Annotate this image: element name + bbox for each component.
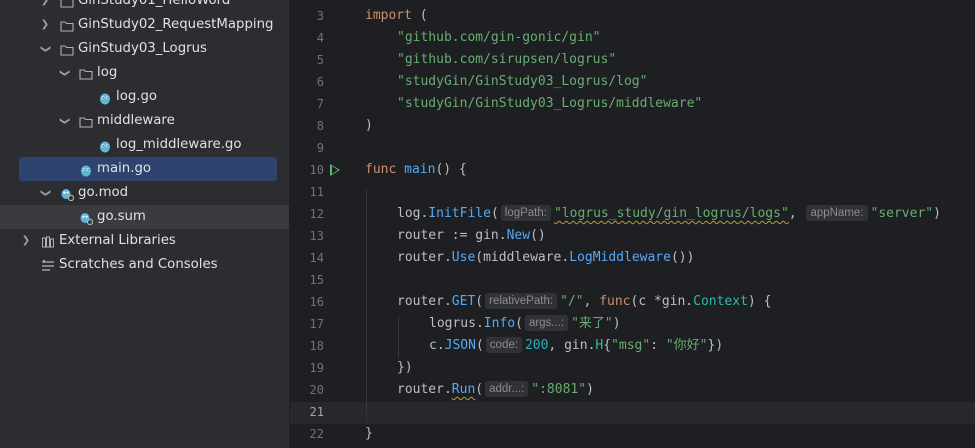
line-number: 16 <box>309 295 324 309</box>
line-number: 9 <box>316 141 324 155</box>
go-file-icon <box>98 90 112 105</box>
current-line-highlight <box>290 402 975 424</box>
code-line-22: } <box>365 426 373 441</box>
code-line-4: "github.com/gin-gonic/gin" <box>397 30 601 45</box>
line-number: 11 <box>309 185 324 199</box>
line-number: 5 <box>316 53 324 67</box>
line-number: 10 <box>309 163 324 177</box>
tree-item-log-go[interactable]: log.go <box>0 85 289 109</box>
scratches-icon <box>41 258 55 272</box>
code-line-5: "github.com/sirupsen/logrus" <box>397 52 617 67</box>
line-number: 3 <box>316 9 324 23</box>
folder-icon <box>60 18 74 32</box>
chevron-right-icon[interactable]: ❯ <box>20 229 32 253</box>
chevron-down-icon[interactable]: ❯ <box>33 43 57 55</box>
indent-guide <box>366 190 367 422</box>
chevron-right-icon[interactable]: ❯ <box>39 13 51 37</box>
folder-icon <box>79 114 93 128</box>
param-hint: args...: <box>524 315 569 331</box>
line-number: 12 <box>309 207 324 221</box>
go-file-icon <box>79 162 93 177</box>
code-line-19: }) <box>397 360 413 375</box>
chevron-right-icon[interactable]: ❯ <box>39 0 51 13</box>
line-number: 19 <box>309 361 324 375</box>
param-hint: code: <box>485 337 522 353</box>
run-icon[interactable] <box>330 164 340 176</box>
tree-item-external-libraries[interactable]: ❯ External Libraries <box>0 229 289 253</box>
folder-icon <box>60 42 74 56</box>
chevron-down-icon[interactable]: ❯ <box>52 67 76 79</box>
indent-guide <box>398 316 399 358</box>
folder-icon <box>60 0 74 8</box>
code-line-3: import ( <box>365 8 428 23</box>
line-number: 17 <box>309 317 324 331</box>
line-number: 8 <box>316 119 324 133</box>
library-icon <box>41 234 55 248</box>
code-line-16: router.GET(relativePath: "/", func(c *gin… <box>397 293 772 309</box>
line-number: 22 <box>309 427 324 441</box>
line-number: 20 <box>309 383 324 397</box>
param-hint: logPath: <box>500 205 551 221</box>
tree-item-ginstudy03[interactable]: ❯ GinStudy03_Logrus <box>0 37 289 61</box>
tree-item-log-folder[interactable]: ❯ log <box>0 61 289 85</box>
editor-gutter[interactable]: 3 4 5 6 7 8 9 10 11 12 13 14 15 16 17 18… <box>290 0 350 448</box>
line-number: 7 <box>316 97 324 111</box>
tree-item-ginstudy01[interactable]: ❯ GinStudy01_HelloWord <box>0 0 289 13</box>
tree-item-scratches[interactable]: Scratches and Consoles <box>0 253 289 277</box>
tree-item-main-go[interactable]: main.go <box>19 157 277 181</box>
code-line-18: c.JSON(code: 200, gin.H{"msg": "你好"}) <box>429 337 724 353</box>
code-line-10: func main() { <box>365 162 467 177</box>
code-line-8: ) <box>365 118 373 133</box>
code-line-6: "studyGin/GinStudy03_Logrus/log" <box>397 74 648 89</box>
param-hint: appName: <box>806 205 868 221</box>
param-hint: addr...: <box>485 381 529 397</box>
line-number: 6 <box>316 75 324 89</box>
tree-item-middleware-folder[interactable]: ❯ middleware <box>0 109 289 133</box>
tree-item-log-middleware-go[interactable]: log_middleware.go <box>0 133 289 157</box>
line-number: 18 <box>309 339 324 353</box>
project-tree: ❯ GinStudy01_HelloWord ❯ GinStudy02_Requ… <box>0 0 289 448</box>
go-mod-icon <box>60 186 75 202</box>
folder-icon <box>79 66 93 80</box>
line-number: 13 <box>309 229 324 243</box>
code-line-12: log.InitFile(logPath: "logrus_study/gin_l… <box>397 205 941 221</box>
param-hint: relativePath: <box>485 293 558 309</box>
code-line-7: "studyGin/GinStudy03_Logrus/middleware" <box>397 96 703 111</box>
line-number: 21 <box>309 405 324 419</box>
code-line-14: router.Use(middleware.LogMiddleware()) <box>397 250 695 265</box>
tree-item-go-mod[interactable]: ❯ go.mod <box>0 181 289 205</box>
chevron-down-icon[interactable]: ❯ <box>52 115 76 127</box>
tree-item-ginstudy02[interactable]: ❯ GinStudy02_RequestMapping <box>0 13 289 37</box>
line-number: 15 <box>309 273 324 287</box>
code-line-13: router := gin.New() <box>397 228 546 243</box>
chevron-down-icon[interactable]: ❯ <box>33 187 57 199</box>
line-number: 14 <box>309 251 324 265</box>
code-line-20: router.Run(addr...: ":8081") <box>397 381 594 397</box>
code-line-17: logrus.Info(args...: "来了") <box>429 315 621 331</box>
tree-item-go-sum[interactable]: go.sum <box>0 205 289 229</box>
line-number: 4 <box>316 31 324 45</box>
go-mod-icon <box>79 210 94 226</box>
go-file-icon <box>98 138 112 153</box>
